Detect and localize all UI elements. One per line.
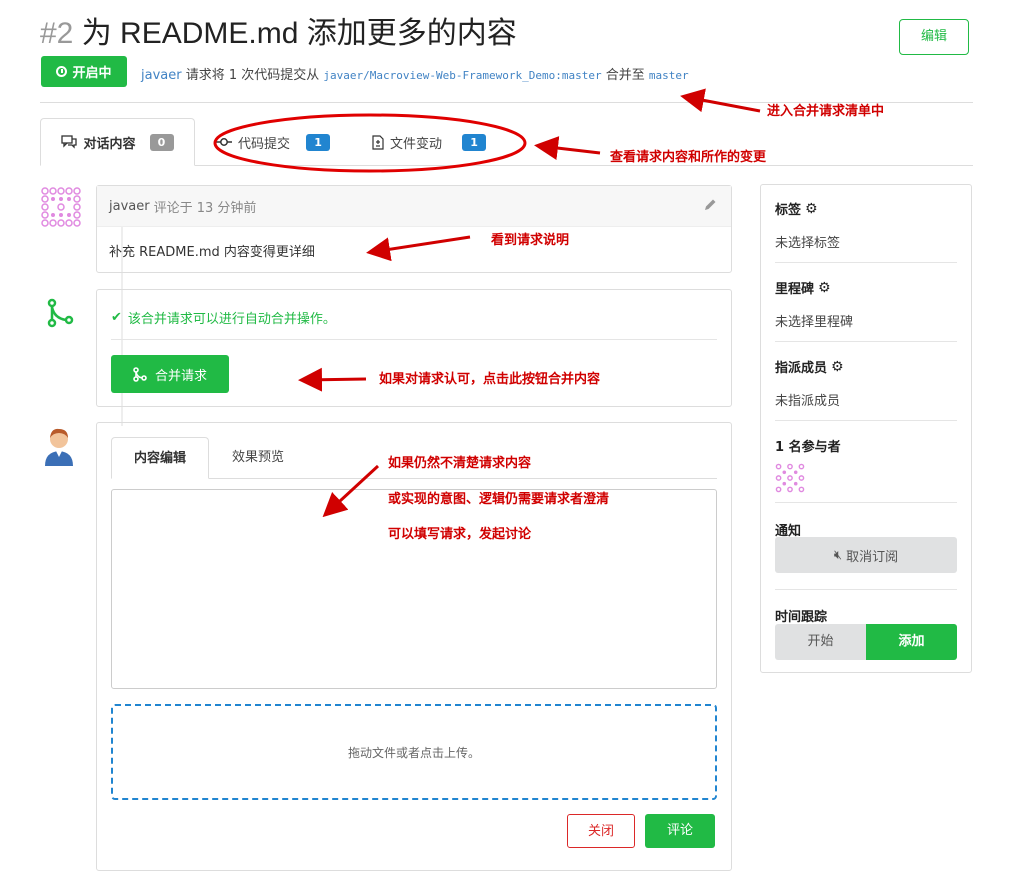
tab-files-count: 1	[462, 133, 487, 151]
gear-icon[interactable]: ⚙	[805, 201, 818, 217]
tab-conversation-count: 0	[149, 133, 174, 151]
file-diff-icon	[372, 134, 384, 150]
gear-icon[interactable]: ⚙	[831, 359, 844, 375]
tab-commits-label: 代码提交	[238, 136, 291, 152]
comment-author[interactable]: javaer	[109, 199, 150, 214]
labels-value: 未选择标签	[775, 236, 841, 251]
tab-preview[interactable]: 效果预览	[211, 437, 305, 479]
participants-section: 1 名参与者	[775, 436, 957, 497]
annotation-approve: 如果对请求认可，点击此按钮合并内容	[379, 372, 601, 387]
comment-body: 补充 README.md 内容变得更详细	[109, 245, 315, 260]
arrow	[534, 136, 601, 161]
gear-icon[interactable]: ⚙	[818, 280, 831, 296]
annotation-view-changes: 查看请求内容和所作的变更	[610, 150, 767, 165]
comment-textarea[interactable]	[111, 489, 717, 689]
target-branch[interactable]: master	[649, 69, 689, 82]
source-branch[interactable]: javaer/Macroview-Web-Framework_Demo:mast…	[323, 69, 601, 82]
edit-button[interactable]: 编辑	[899, 19, 969, 55]
tracking-title: 时间跟踪	[775, 610, 828, 625]
annotation-discuss-1: 如果仍然不清楚请求内容	[388, 456, 532, 471]
close-button[interactable]: 关闭	[567, 814, 635, 848]
annotation-merge-list: 进入合并请求清单中	[767, 104, 885, 119]
pr-title: 为 README.md 添加更多的内容	[81, 17, 517, 50]
tab-edit[interactable]: 内容编辑	[111, 437, 209, 479]
unsubscribe-button[interactable]: 🔇︎ 取消订阅	[775, 537, 957, 573]
author-link[interactable]: javaer	[141, 68, 182, 83]
comment-card: javaer 评论于 13 分钟前 补充 README.md 内容变得更详细	[96, 185, 732, 273]
status-badge: 开启中	[41, 56, 127, 87]
tracking-start-button[interactable]: 开始	[775, 624, 866, 660]
annotation-discuss-2: 或实现的意图、逻辑仍需要请求者澄清	[388, 492, 610, 507]
tab-commits[interactable]: 代码提交 1	[216, 118, 331, 166]
merge-button[interactable]: 合并请求	[111, 355, 229, 393]
pencil-icon[interactable]	[703, 198, 717, 212]
commit-icon	[216, 138, 232, 146]
divider	[111, 339, 717, 340]
comment-header: javaer 评论于 13 分钟前	[97, 186, 731, 227]
tab-conversation-label: 对话内容	[83, 136, 136, 152]
assignees-section: 指派成员 ⚙ 未指派成员	[775, 357, 957, 410]
merge-button-label: 合并请求	[154, 368, 207, 384]
tab-commits-count: 1	[306, 133, 331, 151]
identicon-avatar	[41, 187, 81, 227]
merge-panel: ✔ 该合并请求可以进行自动合并操作。 合并请求	[96, 289, 732, 407]
page-title: #2 为 README.md 添加更多的内容	[40, 8, 517, 52]
merge-icon	[133, 366, 147, 382]
tab-files-label: 文件变动	[390, 136, 443, 152]
arrow	[680, 88, 761, 113]
divider	[775, 341, 957, 342]
info-icon	[56, 66, 68, 77]
comment-button[interactable]: 评论	[645, 814, 715, 848]
check-icon: ✔	[111, 310, 122, 325]
milestone-section: 里程碑 ⚙ 未选择里程碑	[775, 278, 957, 331]
merge-icon	[47, 298, 74, 328]
tracking-add-button[interactable]: 添加	[866, 624, 957, 660]
annotation-discuss-3: 可以填写请求，发起讨论	[388, 527, 532, 542]
file-dropzone[interactable]: 拖动文件或者点击上传。	[111, 704, 717, 800]
tab-files[interactable]: 文件变动 1	[372, 118, 487, 166]
comment-time: 评论于 13 分钟前	[153, 200, 257, 216]
assignees-value: 未指派成员	[775, 394, 841, 409]
annotation-see-desc: 看到请求说明	[491, 233, 570, 248]
participants-title: 1 名参与者	[775, 440, 841, 455]
mute-icon: 🔇︎	[833, 547, 843, 563]
unsubscribe-label: 取消订阅	[846, 549, 899, 565]
divider	[775, 589, 957, 590]
divider	[775, 502, 957, 503]
tracking-section: 时间跟踪	[775, 606, 957, 625]
dropzone-text: 拖动文件或者点击上传。	[347, 745, 480, 760]
user-avatar	[45, 428, 73, 466]
meta-text: 请求将 1 次代码提交从	[185, 68, 320, 83]
comments-icon	[61, 135, 78, 149]
merge-status: ✔ 该合并请求可以进行自动合并操作。	[111, 308, 336, 327]
sidebar: 标签 ⚙ 未选择标签 里程碑 ⚙ 未选择里程碑 指派成员 ⚙ 未指派成员 1 名参与者…	[760, 184, 972, 673]
status-label: 开启中	[72, 66, 112, 81]
divider	[775, 262, 957, 263]
participant-avatar[interactable]	[775, 463, 805, 493]
milestone-value: 未选择里程碑	[775, 315, 854, 330]
meta-join: 合并至	[605, 68, 645, 83]
milestone-title: 里程碑	[775, 282, 815, 297]
merge-status-text: 该合并请求可以进行自动合并操作。	[127, 312, 336, 327]
labels-title: 标签	[775, 203, 802, 218]
pr-number: #2	[40, 17, 74, 50]
labels-section: 标签 ⚙ 未选择标签	[775, 199, 957, 252]
tab-conversation[interactable]: 对话内容 0	[40, 118, 195, 166]
divider	[775, 420, 957, 421]
assignees-title: 指派成员	[775, 361, 828, 376]
pr-meta: javaer 请求将 1 次代码提交从 javaer/Macroview-Web…	[141, 64, 689, 83]
